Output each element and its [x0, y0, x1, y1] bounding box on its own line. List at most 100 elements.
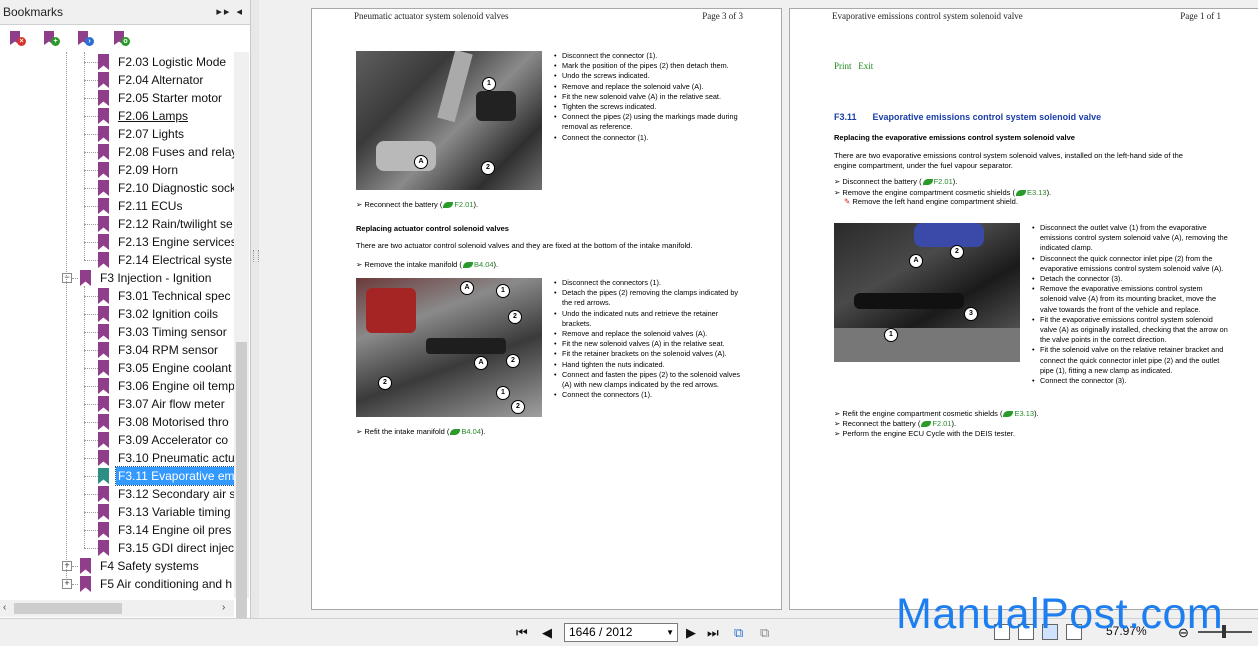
disconnect-battery-step: ➢ Disconnect the battery (F2.01). — [834, 177, 958, 186]
callout-3: 3 — [964, 307, 978, 321]
bookmark-icon — [98, 54, 109, 70]
tree-connector — [84, 476, 98, 477]
tree-connector — [72, 566, 78, 567]
scroll-right-icon[interactable]: › — [222, 602, 225, 613]
bookmark-label: F3.13 Variable timing — [118, 505, 231, 519]
remove-shield-substep: ✎ Remove the left hand engine compartmen… — [844, 197, 1018, 206]
bookmark-label: F3.15 GDI direct injec — [118, 541, 234, 555]
panel-splitter[interactable] — [251, 0, 259, 618]
previous-view-icon[interactable]: ⧉ — [734, 625, 743, 641]
intake-manifold-photo: A 1 2 A 2 2 1 2 — [356, 278, 542, 417]
list-item: Hand tighten the nuts indicated. — [554, 360, 744, 370]
last-page-icon[interactable]: ⏭ — [707, 625, 719, 641]
new-bookmark-icon[interactable]: + — [44, 31, 60, 47]
bookmarks-toolbar: × + › o — [0, 25, 250, 53]
section-subtitle: Replacing the evaporative emissions cont… — [834, 133, 1075, 142]
collapse-icon[interactable]: − — [62, 273, 72, 283]
section-subtitle: Replacing actuator control solenoid valv… — [356, 224, 509, 233]
tree-connector — [84, 260, 98, 261]
tree-connector — [84, 116, 98, 117]
list-item: Disconnect the quick connector inlet pip… — [1032, 254, 1228, 274]
first-page-icon[interactable]: ⏮ — [516, 625, 528, 641]
next-page-icon[interactable]: ▶ — [686, 625, 696, 641]
tree-connector — [84, 512, 98, 513]
expand-bookmark-icon[interactable]: › — [78, 31, 94, 47]
section-intro: There are two evaporative emissions cont… — [834, 151, 1183, 171]
tree-connector — [84, 134, 98, 135]
bookmark-label: F3.06 Engine oil temp — [118, 379, 234, 393]
bookmark-icon — [98, 144, 109, 160]
bookmark-icon — [98, 378, 109, 394]
callout-a: A — [474, 356, 488, 370]
bookmark-icon — [98, 450, 109, 466]
panel-controls[interactable]: ▸▸ ◂ — [216, 5, 244, 18]
chevron-down-icon[interactable]: ▼ — [666, 624, 674, 641]
bookmark-label: F2.14 Electrical syste — [118, 253, 233, 267]
bookmark-label: F2.08 Fuses and relay — [118, 145, 234, 159]
list-item: Undo the indicated nuts and retrieve the… — [554, 309, 744, 329]
list-item: Disconnect the outlet valve (1) from the… — [1032, 223, 1228, 254]
tree-connector — [84, 404, 98, 405]
watermark: ManualPost.com — [896, 590, 1224, 638]
list-item: Connect the pipes (2) using the markings… — [554, 112, 754, 132]
scroll-thumb[interactable] — [14, 603, 122, 614]
section-title: F3.11 Evaporative emissions control syste… — [834, 112, 1102, 122]
bookmark-label: F3.07 Air flow meter — [118, 397, 225, 411]
tree-connector — [84, 170, 98, 171]
find-bookmark-icon[interactable]: o — [114, 31, 130, 47]
callout-2: 2 — [511, 400, 525, 414]
next-view-icon[interactable]: ⧉ — [760, 625, 769, 641]
tree-connector — [84, 286, 85, 548]
tree-connector — [84, 458, 98, 459]
bookmark-label: F5 Air conditioning and h — [100, 577, 233, 591]
tree-connector — [84, 80, 98, 81]
list-item: Detach the connector (3). — [1032, 274, 1228, 284]
expand-icon[interactable]: + — [62, 579, 72, 589]
callout-a: A — [414, 155, 428, 169]
scroll-thumb[interactable] — [236, 342, 247, 638]
previous-page-icon[interactable]: ◀ — [542, 625, 552, 641]
exit-link[interactable]: Exit — [858, 61, 873, 71]
bookmark-icon — [98, 486, 109, 502]
list-item: Remove and replace the solenoid valves (… — [554, 329, 744, 339]
tree-connector — [84, 52, 85, 260]
scroll-left-icon[interactable]: ‹ — [3, 602, 6, 613]
bookmark-label: F2.03 Logistic Mode — [118, 55, 227, 69]
bookmark-icon — [98, 468, 109, 484]
list-item: Fit the evaporative emissions control sy… — [1032, 315, 1228, 346]
document-page-right: Evaporative emissions control system sol… — [789, 8, 1258, 610]
section-intro: There are two actuator control solenoid … — [356, 241, 693, 250]
reconnect-step: ➢ Reconnect the battery (F2.01). — [356, 200, 479, 209]
tree-connector — [84, 224, 98, 225]
horizontal-scrollbar[interactable]: ‹ › — [0, 600, 234, 617]
vertical-scrollbar[interactable] — [234, 52, 249, 638]
bookmark-icon — [98, 288, 109, 304]
tree-connector — [84, 332, 98, 333]
bookmark-label: F3.03 Timing sensor — [118, 325, 227, 339]
steps-list-b: Disconnect the connectors (1).Detach the… — [554, 278, 744, 401]
print-link[interactable]: Print — [834, 61, 852, 71]
page-number: Page 3 of 3 — [702, 11, 743, 21]
bookmark-label: F3.02 Ignition coils — [118, 307, 219, 321]
ecu-cycle-step: ➢ Perform the engine ECU Cycle with the … — [834, 429, 1015, 438]
bookmarks-panel: Bookmarks ▸▸ ◂ × + › o F2.03 Logistic Mo… — [0, 0, 251, 638]
bookmark-icon — [98, 522, 109, 538]
bookmark-label: F2.05 Starter motor — [118, 91, 223, 105]
callout-2: 2 — [506, 354, 520, 368]
bookmark-icon — [98, 234, 109, 250]
tree-connector — [84, 386, 98, 387]
tree-connector — [84, 98, 98, 99]
list-item: Connect the connectors (1). — [554, 390, 744, 400]
expand-icon[interactable]: + — [62, 561, 72, 571]
list-item: Connect the connector (1). — [554, 133, 754, 143]
bookmark-icon — [98, 216, 109, 232]
page-number-input[interactable]: 1646 / 2012 ▼ — [564, 623, 678, 642]
splitter-grip-icon[interactable] — [253, 250, 259, 262]
delete-bookmark-icon[interactable]: × — [10, 31, 26, 47]
actuator-valve-photo: 1 A 2 — [356, 51, 542, 190]
tree-connector — [84, 188, 98, 189]
bookmark-icon — [80, 558, 91, 574]
bookmark-icon — [98, 126, 109, 142]
page-number: Page 1 of 1 — [1180, 11, 1221, 21]
print-exit-links: Print Exit — [834, 61, 873, 71]
